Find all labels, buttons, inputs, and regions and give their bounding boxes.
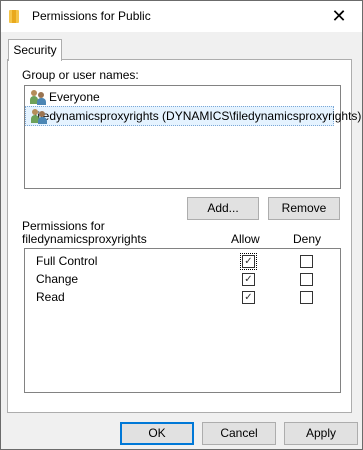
permission-row-change: Change ✓ [25,270,340,288]
group-label: Group or user names: [22,68,139,82]
permission-name: Full Control [36,254,98,268]
deny-checkbox-full-control[interactable] [300,255,313,268]
group-user-list[interactable]: Everyone filedynamicsproxyrights (DYNAMI… [24,85,361,189]
allow-checkbox-change[interactable]: ✓ [242,273,255,286]
allow-checkbox-full-control[interactable]: ✓ [240,253,257,270]
remove-button[interactable]: Remove [268,197,340,220]
permission-row-full-control: Full Control ✓ [25,252,340,270]
ok-button[interactable]: OK [120,422,194,445]
permission-row-read: Read ✓ [25,288,340,306]
deny-checkbox-read[interactable] [300,291,313,304]
users-icon [30,89,46,105]
window-title: Permissions for Public [32,9,151,23]
permission-name: Read [36,290,65,304]
permissions-label-line1: Permissions for [22,219,105,233]
close-button[interactable]: ✕ [316,1,362,32]
tab-security[interactable]: Security [8,39,62,61]
allow-header: Allow [231,232,260,246]
cancel-button[interactable]: Cancel [202,422,276,445]
permissions-dialog: Permissions for Public ✕ Security Group … [0,0,363,450]
list-item-filedynamicsproxyrights[interactable]: filedynamicsproxyrights (DYNAMICS\filedy… [25,106,361,126]
deny-header: Deny [293,232,322,246]
permissions-list: Full Control ✓ Change ✓ Read ✓ [24,248,341,393]
add-button[interactable]: Add... [187,197,259,220]
allow-checkbox-read[interactable]: ✓ [242,291,255,304]
title-bar: Permissions for Public ✕ [1,1,362,32]
security-panel: Group or user names: Everyone filedynami… [7,59,361,413]
folder-icon [9,10,19,23]
list-item-label: Everyone [49,90,100,104]
apply-button[interactable]: Apply [284,422,358,445]
list-item-label: filedynamicsproxyrights (DYNAMICS\filedy… [34,109,362,123]
permissions-label-line2: filedynamicsproxyrights [22,232,147,246]
permission-name: Change [36,272,79,286]
deny-checkbox-change[interactable] [300,273,313,286]
list-item-everyone[interactable]: Everyone [25,88,100,106]
